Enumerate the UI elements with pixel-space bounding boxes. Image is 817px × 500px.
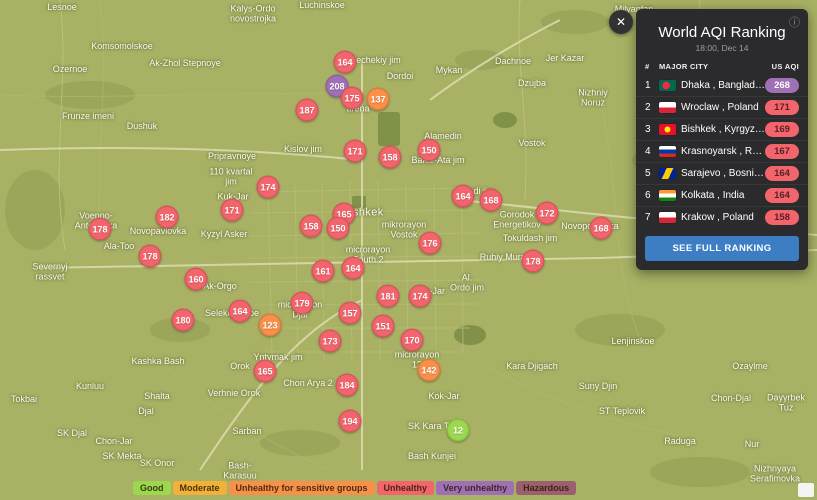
rank-number: 6	[645, 190, 659, 201]
rank-number: 1	[645, 80, 659, 91]
aqi-marker[interactable]: 161	[312, 260, 335, 283]
aqi-badge: 171	[765, 100, 799, 115]
legend-item: Good	[133, 481, 171, 495]
ranking-row[interactable]: 1 Dhaka , Bangladesh268	[636, 75, 808, 96]
aqi-marker[interactable]: 175	[341, 87, 364, 110]
aqi-marker[interactable]: 178	[522, 250, 545, 273]
aqi-marker[interactable]: 150	[327, 217, 350, 240]
rank-column-header: #	[645, 62, 659, 71]
aqi-marker[interactable]: 182	[156, 206, 179, 229]
ranking-row[interactable]: 6 Kolkata , India164	[636, 184, 808, 206]
aqi-marker[interactable]: 150	[418, 139, 441, 162]
rank-number: 2	[645, 102, 659, 113]
map-canvas[interactable]: LesnoeKalys-Ordo novostrojkaLuchinskoeMi…	[0, 0, 817, 500]
button-container: SEE FULL RANKING	[636, 228, 808, 270]
aqi-legend: GoodModerateUnhealthy for sensitive grou…	[133, 481, 576, 495]
country-flag-icon	[659, 190, 676, 201]
ranking-row[interactable]: 7 Krakow , Poland158	[636, 206, 808, 228]
aqi-marker[interactable]: 173	[319, 330, 342, 353]
legend-item: Moderate	[173, 481, 227, 495]
aqi-marker[interactable]: 164	[452, 185, 475, 208]
aqi-marker[interactable]: 176	[419, 232, 442, 255]
map-attribution[interactable]	[798, 483, 814, 497]
aqi-marker[interactable]: 178	[89, 218, 112, 241]
see-full-ranking-button[interactable]: SEE FULL RANKING	[645, 236, 799, 261]
city-name: Sarajevo , Bosnia ...	[681, 168, 765, 179]
aqi-marker[interactable]: 181	[377, 285, 400, 308]
ranking-row[interactable]: 5 Sarajevo , Bosnia ...164	[636, 162, 808, 184]
aqi-marker[interactable]: 123	[259, 314, 282, 337]
page-title: World AQI Ranking	[642, 24, 802, 41]
aqi-marker[interactable]: 157	[339, 302, 362, 325]
aqi-badge: 268	[765, 78, 799, 93]
legend-item: Very unhealthy	[436, 481, 514, 495]
city-name: Wroclaw , Poland	[681, 102, 765, 113]
aqi-marker[interactable]: 142	[418, 359, 441, 382]
aqi-marker[interactable]: 137	[367, 88, 390, 111]
country-flag-icon	[659, 102, 676, 113]
legend-item: Hazardous	[516, 481, 576, 495]
country-flag-icon	[659, 146, 676, 157]
ranking-row[interactable]: 2 Wroclaw , Poland171	[636, 96, 808, 118]
aqi-marker[interactable]: 160	[185, 268, 208, 291]
country-flag-icon	[659, 124, 676, 135]
aqi-badge: 169	[765, 122, 799, 137]
rank-number: 7	[645, 212, 659, 223]
aqi-badge: 158	[765, 210, 799, 225]
aqi-marker[interactable]: 172	[536, 202, 559, 225]
info-icon[interactable]: ⓘ	[789, 14, 800, 30]
aqi-marker[interactable]: 171	[344, 140, 367, 163]
aqi-badge: 164	[765, 166, 799, 181]
aqi-marker[interactable]: 171	[221, 199, 244, 222]
aqi-badge: 164	[765, 188, 799, 203]
rank-number: 3	[645, 124, 659, 135]
city-name: Bishkek , Kyrgyzstan	[681, 124, 765, 135]
aqi-marker[interactable]: 158	[379, 146, 402, 169]
country-flag-icon	[659, 80, 676, 91]
city-name: Kolkata , India	[681, 190, 765, 201]
aqi-marker[interactable]: 164	[334, 51, 357, 74]
ranking-header: # MAJOR CITY US AQI	[636, 62, 808, 75]
aqi-marker[interactable]: 151	[372, 315, 395, 338]
ranking-timestamp: 18:00, Dec 14	[636, 43, 808, 53]
aqi-marker[interactable]: 164	[229, 300, 252, 323]
aqi-marker[interactable]: 168	[480, 189, 503, 212]
aqi-marker[interactable]: 12	[447, 419, 470, 442]
ranking-row[interactable]: 3 Bishkek , Kyrgyzstan169	[636, 118, 808, 140]
aqi-marker[interactable]: 178	[139, 245, 162, 268]
rank-number: 5	[645, 168, 659, 179]
aqi-marker[interactable]: 170	[401, 329, 424, 352]
city-name: Dhaka , Bangladesh	[681, 80, 765, 91]
city-name: Krasnoyarsk , Russia	[681, 146, 765, 157]
aqi-marker[interactable]: 180	[172, 309, 195, 332]
country-flag-icon	[659, 212, 676, 223]
rank-number: 4	[645, 146, 659, 157]
aqi-marker[interactable]: 194	[339, 410, 362, 433]
aqi-badge: 167	[765, 144, 799, 159]
close-icon[interactable]: ✕	[609, 10, 633, 34]
country-flag-icon	[659, 168, 676, 179]
city-name: Krakow , Poland	[681, 212, 765, 223]
aqi-marker[interactable]: 164	[342, 257, 365, 280]
aqi-marker[interactable]: 168	[590, 217, 613, 240]
aqi-marker[interactable]: 174	[257, 176, 280, 199]
aqi-marker[interactable]: 174	[409, 285, 432, 308]
aqi-marker[interactable]: 179	[291, 292, 314, 315]
aqi-marker[interactable]: 158	[300, 215, 323, 238]
ranking-row[interactable]: 4 Krasnoyarsk , Russia167	[636, 140, 808, 162]
aqi-marker[interactable]: 187	[296, 99, 319, 122]
aqi-column-header: US AQI	[763, 62, 799, 71]
world-aqi-ranking-panel: ✕ ⓘ World AQI Ranking 18:00, Dec 14 # MA…	[636, 9, 808, 270]
legend-item: Unhealthy	[377, 481, 435, 495]
aqi-marker[interactable]: 184	[336, 374, 359, 397]
legend-item: Unhealthy for sensitive groups	[229, 481, 375, 495]
aqi-marker[interactable]: 165	[254, 360, 277, 383]
ranking-rows: 1Dhaka , Bangladesh2682Wroclaw , Poland1…	[636, 75, 808, 228]
city-column-header: MAJOR CITY	[659, 62, 763, 71]
